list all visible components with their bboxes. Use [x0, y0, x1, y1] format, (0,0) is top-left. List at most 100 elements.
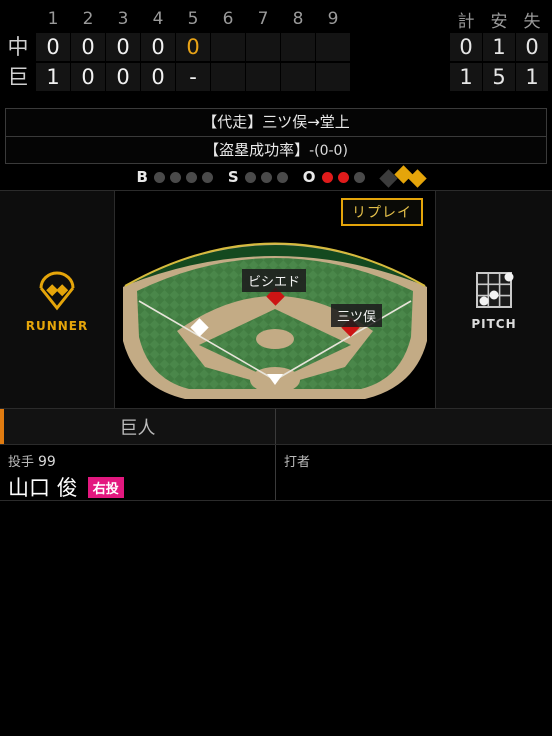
ball-count-group: B — [126, 168, 217, 186]
ball-label: B — [136, 168, 148, 186]
inning-score: 0 — [106, 33, 140, 61]
inning-header: 4 — [152, 9, 164, 29]
runner-name-first: 三ツ俣 — [331, 304, 383, 327]
message-line-steal-rate: 【盗塁成功率】-(0-0) — [6, 136, 546, 163]
totals-away: 0 1 0 — [449, 33, 548, 61]
strike-count-group: S — [218, 168, 293, 186]
inning-header: 8 — [292, 9, 304, 29]
strike-dot — [276, 171, 288, 183]
total-hits-home: 5 — [483, 63, 515, 91]
field-diagram[interactable]: リプレイ ビシエド 三ツ俣 — [115, 191, 435, 409]
inning-header: 3 — [117, 9, 129, 29]
batter-role-row: 打者 — [284, 451, 544, 470]
inning-score: 0 — [141, 33, 175, 61]
out-dot-active — [321, 171, 333, 183]
inning-score: 0 — [106, 63, 140, 91]
count-bar: B S O — [0, 164, 552, 190]
inning-score — [316, 63, 350, 91]
inning-score: 0 — [71, 33, 105, 61]
batter-team-header — [276, 409, 552, 444]
total-runs-away: 0 — [450, 33, 482, 61]
runner-icon — [39, 271, 75, 311]
total-runs-home: 1 — [450, 63, 482, 91]
inning-score — [246, 63, 280, 91]
pitcher-team-header: 巨人 — [0, 409, 276, 444]
inning-score: 1 — [36, 63, 70, 91]
pitcher-number: 99 — [38, 454, 56, 470]
batter-info[interactable]: 打者 — [276, 445, 552, 500]
player-panel-bodies: 投手 99 山口 俊 右投 打者 — [0, 445, 552, 501]
inning-header-cells: 1 2 3 4 5 6 7 8 9 — [36, 8, 351, 30]
pitcher-role-label: 投手 — [8, 455, 35, 470]
pitch-zone-icon — [476, 272, 514, 308]
total-header-hits: 安 — [490, 11, 508, 32]
pitch-side-panel[interactable]: PITCH — [435, 191, 552, 408]
inning-score — [246, 33, 280, 61]
inning-header: 1 — [47, 9, 59, 29]
totals-header-cells: 計 安 失 — [449, 8, 548, 32]
out-label: O — [302, 168, 316, 186]
ball-dot — [185, 171, 197, 183]
totals-home: 1 5 1 — [449, 63, 548, 91]
total-errors-home: 1 — [516, 63, 548, 91]
strike-dot — [244, 171, 256, 183]
inning-header: 7 — [257, 9, 269, 29]
inning-score — [316, 33, 350, 61]
steal-rate-value: -(0-0) — [309, 143, 348, 159]
total-header-errors: 失 — [523, 11, 541, 32]
strike-dot — [260, 171, 272, 183]
team-accent-bar — [0, 409, 4, 444]
scoreboard-row-home: 巨 1 0 0 0 - 1 5 1 — [0, 62, 552, 92]
pitcher-info[interactable]: 投手 99 山口 俊 右投 — [0, 445, 276, 500]
replay-button[interactable]: リプレイ — [341, 198, 423, 226]
ball-dot — [201, 171, 213, 183]
pitcher-name: 山口 俊 — [8, 476, 78, 500]
pitcher-hand-badge: 右投 — [87, 476, 124, 498]
inning-header: 2 — [82, 9, 94, 29]
inning-score: - — [176, 63, 210, 91]
scoreboard-header-row: - 1 2 3 4 5 6 7 8 9 計 安 失 — [0, 6, 552, 32]
base-occupancy-mini-icon — [378, 165, 427, 188]
strike-label: S — [227, 168, 239, 186]
scoreboard: - 1 2 3 4 5 6 7 8 9 計 安 失 中 0 0 — [0, 0, 552, 105]
inning-header: 6 — [222, 9, 234, 29]
pitcher-name-row: 山口 俊 右投 — [8, 472, 267, 502]
pitcher-role-row: 投手 99 — [8, 451, 267, 470]
inning-score — [281, 33, 315, 61]
inning-score: 0 — [71, 63, 105, 91]
inning-cells-away: 0 0 0 0 0 — [36, 33, 351, 61]
total-errors-away: 0 — [516, 33, 548, 61]
runner-panel-label: RUNNER — [25, 319, 89, 333]
out-dot-active — [337, 171, 349, 183]
field-area: RUNNER リプレイ ビシエド 三ツ俣 PITCH — [0, 190, 552, 409]
pitcher-team-name: 巨人 — [119, 417, 156, 439]
inning-cells-home: 1 0 0 0 - — [36, 63, 351, 91]
total-hits-away: 1 — [483, 33, 515, 61]
team-header-spacer: - — [0, 4, 36, 34]
inning-header: 5 — [187, 9, 199, 29]
total-header-runs: 計 — [457, 11, 475, 32]
inning-score-current: 0 — [176, 33, 210, 61]
inning-score: 0 — [36, 33, 70, 61]
scoreboard-row-away: 中 0 0 0 0 0 0 1 0 — [0, 32, 552, 62]
team-abbr-home: 巨 — [7, 65, 29, 89]
mini-base-second — [393, 165, 413, 184]
team-abbr-away: 中 — [7, 35, 29, 59]
player-panels: 巨人 投手 99 山口 俊 右投 打者 — [0, 408, 552, 501]
inning-score — [211, 33, 245, 61]
mini-base-third — [378, 169, 398, 188]
steal-rate-label: 【盗塁成功率】 — [204, 141, 310, 159]
inning-score — [211, 63, 245, 91]
runner-side-panel[interactable]: RUNNER — [0, 191, 115, 408]
batter-role-label: 打者 — [284, 455, 311, 470]
inning-header: 9 — [327, 9, 339, 29]
player-panel-headers: 巨人 — [0, 409, 552, 445]
out-dot — [353, 171, 365, 183]
inning-score: 0 — [141, 63, 175, 91]
pitch-panel-label: PITCH — [471, 317, 517, 331]
message-banner: 【代走】三ツ俣→堂上 【盗塁成功率】-(0-0) — [5, 108, 547, 164]
ball-dot — [153, 171, 165, 183]
inning-score — [281, 63, 315, 91]
baseball-live-scoreboard-app: - 1 2 3 4 5 6 7 8 9 計 安 失 中 0 0 — [0, 0, 552, 736]
ball-dot — [169, 171, 181, 183]
